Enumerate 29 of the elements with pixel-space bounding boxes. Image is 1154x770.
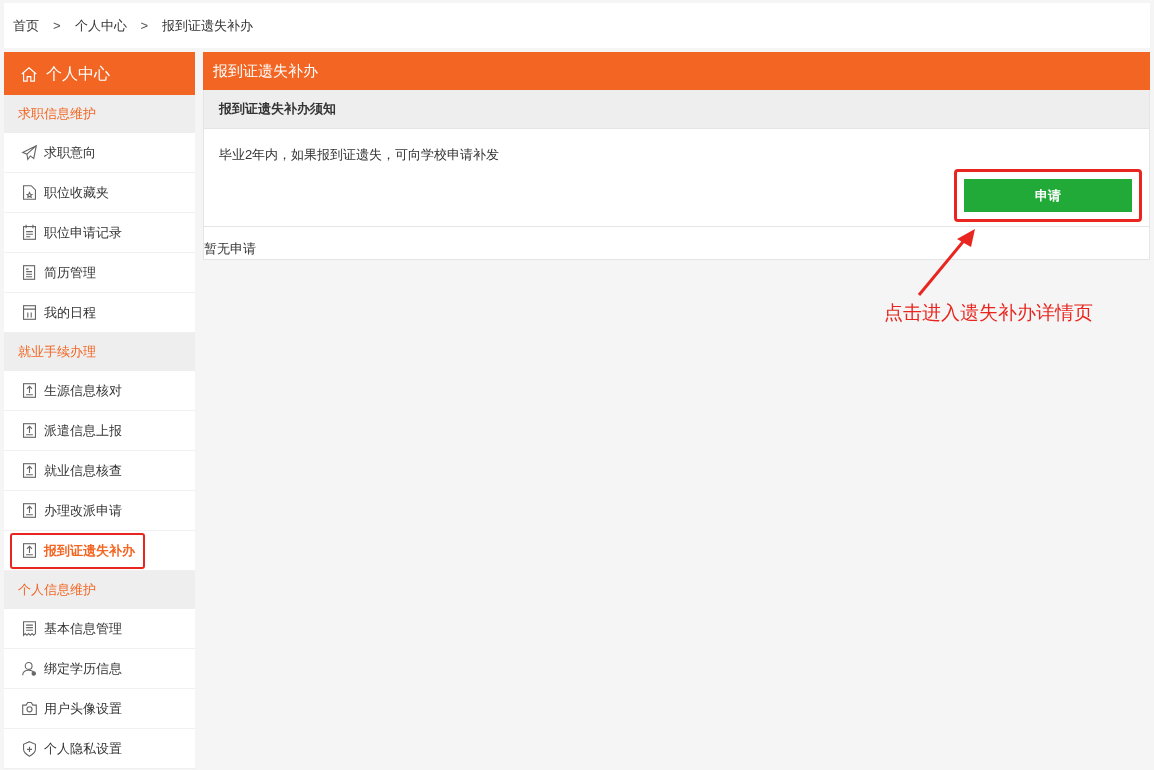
upload-icon bbox=[21, 462, 38, 479]
upload-icon bbox=[21, 382, 38, 399]
sidebar-section-heading: 个人信息维护 bbox=[4, 571, 195, 609]
breadcrumb-link[interactable]: 个人中心 bbox=[74, 15, 127, 36]
panel-title: 报到证遗失补办 bbox=[203, 52, 1150, 90]
document-icon bbox=[21, 264, 38, 281]
home-icon bbox=[20, 64, 38, 83]
empty-message: 暂无申请 bbox=[204, 239, 256, 258]
breadcrumb-separator: > bbox=[53, 16, 61, 35]
folder-star-icon bbox=[21, 184, 38, 201]
notice-text: 毕业2年内，如果报到证遗失，可向学校申请补发 bbox=[219, 146, 500, 164]
breadcrumb-link[interactable]: 首页 bbox=[13, 15, 39, 36]
annotation-text: 点击进入遗失补办详情页 bbox=[884, 301, 1093, 325]
shield-icon bbox=[21, 740, 38, 757]
sidebar-section-heading: 求职信息维护 bbox=[4, 95, 195, 133]
user-icon bbox=[21, 660, 38, 677]
notice-title: 报到证遗失补办须知 bbox=[203, 90, 1150, 128]
breadcrumb-link[interactable]: 报到证遗失补办 bbox=[162, 15, 254, 36]
sidebar-section-heading: 就业手续办理 bbox=[4, 333, 195, 371]
form-icon bbox=[21, 620, 38, 637]
paper-plane-icon bbox=[21, 144, 38, 161]
schedule-icon bbox=[21, 304, 38, 321]
upload-icon bbox=[21, 502, 38, 519]
breadcrumb-separator: > bbox=[140, 16, 149, 35]
sidebar-title: 个人中心 bbox=[46, 63, 110, 84]
camera-icon bbox=[21, 700, 38, 717]
upload-icon bbox=[21, 422, 38, 439]
calendar-list-icon bbox=[21, 224, 38, 241]
upload-icon bbox=[21, 542, 38, 559]
